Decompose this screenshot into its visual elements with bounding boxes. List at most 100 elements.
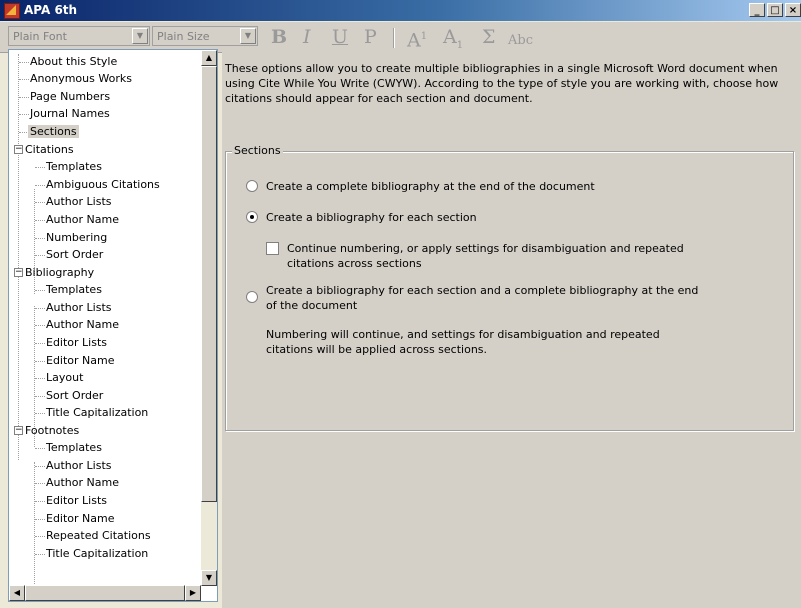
bold-button[interactable]: B [271,27,287,47]
option-complete-bibliography-label[interactable]: Create a complete bibliography at the en… [266,179,595,194]
scroll-down-icon[interactable]: ▼ [201,570,217,586]
superscript-mark: 1 [420,31,428,42]
tree-item-footnotes-author-lists[interactable]: Author Lists [46,457,112,474]
minimize-button[interactable]: _ [749,3,765,17]
tree-item-footnotes-templates[interactable]: Templates [46,439,102,456]
subscript-mark: 1 [456,39,464,51]
chevron-down-icon[interactable]: ▼ [132,28,148,44]
tree-line [35,396,45,397]
tree-item-anonymous-works[interactable]: Anonymous Works [30,70,132,87]
tree-item-citations[interactable]: Citations [25,141,74,158]
tree-item-footnotes-title-capitalization[interactable]: Title Capitalization [46,545,148,562]
tree-item-label: Author Lists [46,301,112,314]
tree-item-journal-names[interactable]: Journal Names [30,105,110,122]
tree-item-bibliography-templates[interactable]: Templates [46,281,102,298]
tree-item-footnotes-author-name[interactable]: Author Name [46,474,119,491]
tree-item-label: Author Lists [46,195,112,208]
tree-item-footnotes-editor-lists[interactable]: Editor Lists [46,492,107,509]
endnote-app-icon [4,3,20,19]
size-select[interactable]: Plain Size ▼ [152,26,258,46]
tree-item-bibliography-title-capitalization[interactable]: Title Capitalization [46,404,148,421]
tree-line [35,519,45,520]
radio-each-and-complete[interactable] [246,291,258,303]
scroll-right-icon[interactable]: ▶ [185,585,201,601]
tree-item-footnotes-editor-name[interactable]: Editor Name [46,510,115,527]
group-title: Sections [232,144,283,157]
tree-item-about-style[interactable]: About this Style [30,53,117,70]
tree-item-bibliography-sort-order[interactable]: Sort Order [46,387,103,404]
tree-item-label: Editor Name [46,354,115,367]
collapse-icon[interactable]: − [14,145,23,154]
intro-text: These options allow you to create multip… [225,62,779,105]
size-select-value: Plain Size [157,30,210,43]
tree-line [35,378,45,379]
radio-bibliography-each-section[interactable] [246,211,258,223]
collapse-icon[interactable]: − [14,268,23,277]
tree-horizontal-scrollbar[interactable]: ◀ ▶ [9,585,201,601]
tree-line [35,466,45,467]
maximize-button[interactable]: □ [767,3,783,17]
underline-button[interactable]: U [332,27,348,47]
tree-item-label: Page Numbers [30,90,111,103]
style-tree[interactable]: About this Style Anonymous Works Page Nu… [8,49,218,602]
tree-item-label: Citations [25,143,74,156]
continue-numbering-checkbox[interactable] [266,242,279,255]
superscript-letter: A [407,29,421,52]
tree-vertical-scrollbar[interactable]: ▲ ▼ [201,50,217,586]
tree-item-citations-author-lists[interactable]: Author Lists [46,193,112,210]
tree-item-repeated-citations[interactable]: Repeated Citations [46,527,151,544]
tree-line [19,114,29,115]
subscript-letter: A [443,26,457,48]
font-select-value: Plain Font [13,30,67,43]
option-each-and-complete-label[interactable]: Create a bibliography for each section a… [266,283,706,313]
tree-line [35,220,45,221]
tree-line [35,308,45,309]
symbol-button[interactable]: Σ [482,27,495,47]
tree-item-bibliography-author-lists[interactable]: Author Lists [46,299,112,316]
radio-complete-bibliography[interactable] [246,180,258,192]
tree-line [35,361,45,362]
continue-numbering-label[interactable]: Continue numbering, or apply settings fo… [287,241,727,271]
italic-button[interactable]: I [303,27,311,47]
smallcaps-button[interactable]: Abc [508,31,533,51]
tree-line [19,79,29,80]
option-bibliography-each-section-label[interactable]: Create a bibliography for each section [266,210,477,225]
tree-item-footnotes[interactable]: Footnotes [25,422,79,439]
options-panel: These options allow you to create multip… [222,52,801,608]
chevron-down-icon[interactable]: ▼ [240,28,256,44]
font-select[interactable]: Plain Font ▼ [8,26,150,46]
scroll-left-icon[interactable]: ◀ [9,585,25,601]
tree-item-page-numbers[interactable]: Page Numbers [30,88,110,105]
tree-item-citations-sort-order[interactable]: Sort Order [46,246,103,263]
tree-item-label: Bibliography [25,266,95,279]
tree-item-ambiguous-citations[interactable]: Ambiguous Citations [46,176,160,193]
tree-item-numbering[interactable]: Numbering [46,229,107,246]
tree-item-citations-templates[interactable]: Templates [46,158,102,175]
tree-line [35,167,45,168]
plain-button[interactable]: P [364,27,377,47]
scrollbar-thumb[interactable] [201,66,217,502]
scrollbar-thumb[interactable] [25,585,185,601]
tree-item-label: Sort Order [46,248,104,261]
tree-item-bibliography-editor-lists[interactable]: Editor Lists [46,334,107,351]
close-button[interactable]: × [785,3,801,17]
tree-line [34,462,35,588]
tree-item-label: Ambiguous Citations [46,178,160,191]
tree-item-sections[interactable]: Sections [28,123,79,140]
collapse-icon[interactable]: − [14,426,23,435]
tree-item-bibliography-editor-name[interactable]: Editor Name [46,352,115,369]
tree-item-layout[interactable]: Layout [46,369,83,386]
tree-item-label: Footnotes [25,424,80,437]
scroll-up-icon[interactable]: ▲ [201,50,217,66]
tree-item-label: Templates [46,283,102,296]
tree-line [35,501,45,502]
superscript-button[interactable]: A1 [407,27,427,50]
tree-line [35,413,45,414]
tree-item-label: Author Name [46,476,119,489]
tree-item-bibliography[interactable]: Bibliography [25,264,94,281]
tree-item-label: Anonymous Works [30,72,132,85]
tree-item-label: Templates [46,441,102,454]
tree-item-citations-author-name[interactable]: Author Name [46,211,119,228]
tree-item-bibliography-author-name[interactable]: Author Name [46,316,119,333]
tree-line [35,325,45,326]
